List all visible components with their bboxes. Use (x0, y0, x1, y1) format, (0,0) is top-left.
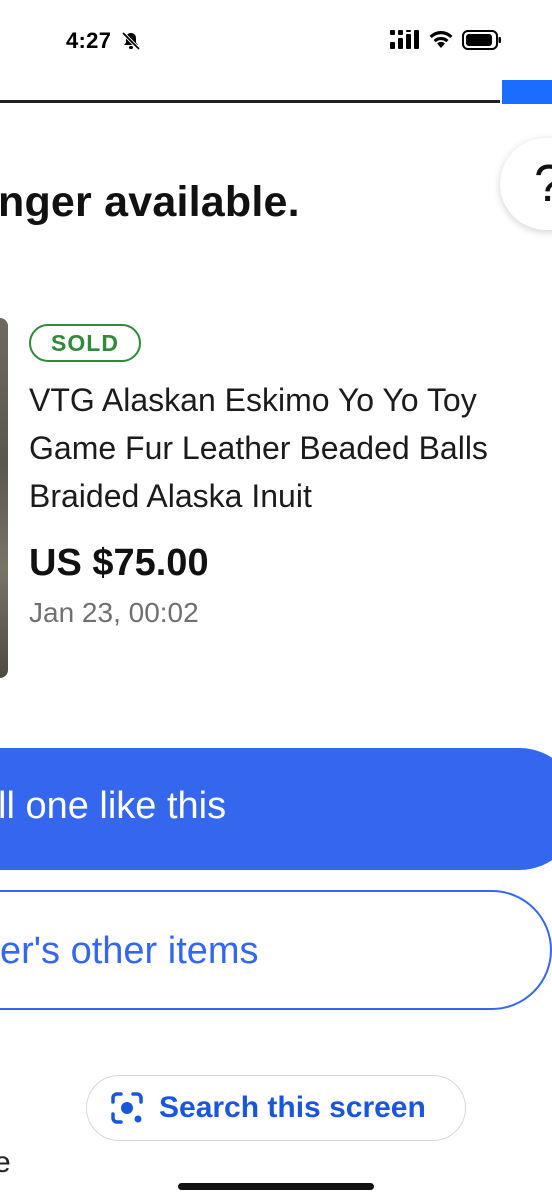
header-divider (0, 100, 500, 103)
wifi-icon (429, 31, 453, 48)
lens-icon (111, 1092, 143, 1124)
sold-badge: SOLD (29, 324, 141, 362)
sell-one-like-this-label: ll one like this (0, 785, 227, 827)
screen: 4:27 nger available. ? SOLD VTG Alaskan … (0, 0, 552, 1199)
product-thumbnail[interactable] (0, 318, 8, 678)
page-headline: nger available. (0, 178, 300, 226)
sellers-other-items-label: er's other items (0, 930, 259, 972)
header-accent-bar (502, 80, 552, 104)
search-this-screen-label: Search this screen (159, 1091, 426, 1124)
bell-slash-icon (121, 31, 141, 51)
search-this-screen-button[interactable]: Search this screen (86, 1075, 466, 1141)
item-price: US $75.00 (29, 542, 209, 584)
sell-one-like-this-button[interactable]: ll one like this (0, 748, 552, 870)
item-sold-date: Jan 23, 00:02 (29, 597, 199, 628)
item-title[interactable]: VTG Alaskan Eskimo Yo Yo Toy Game Fur Le… (29, 376, 549, 520)
home-indicator[interactable] (178, 1183, 374, 1190)
battery-icon (462, 30, 501, 50)
help-button[interactable]: ? (500, 138, 552, 230)
status-time: 4:27 (66, 28, 112, 53)
sellers-other-items-button[interactable]: er's other items (0, 890, 552, 1010)
help-icon: ? (534, 154, 552, 214)
signal-icon (390, 30, 419, 49)
partial-text: e (0, 1146, 11, 1179)
